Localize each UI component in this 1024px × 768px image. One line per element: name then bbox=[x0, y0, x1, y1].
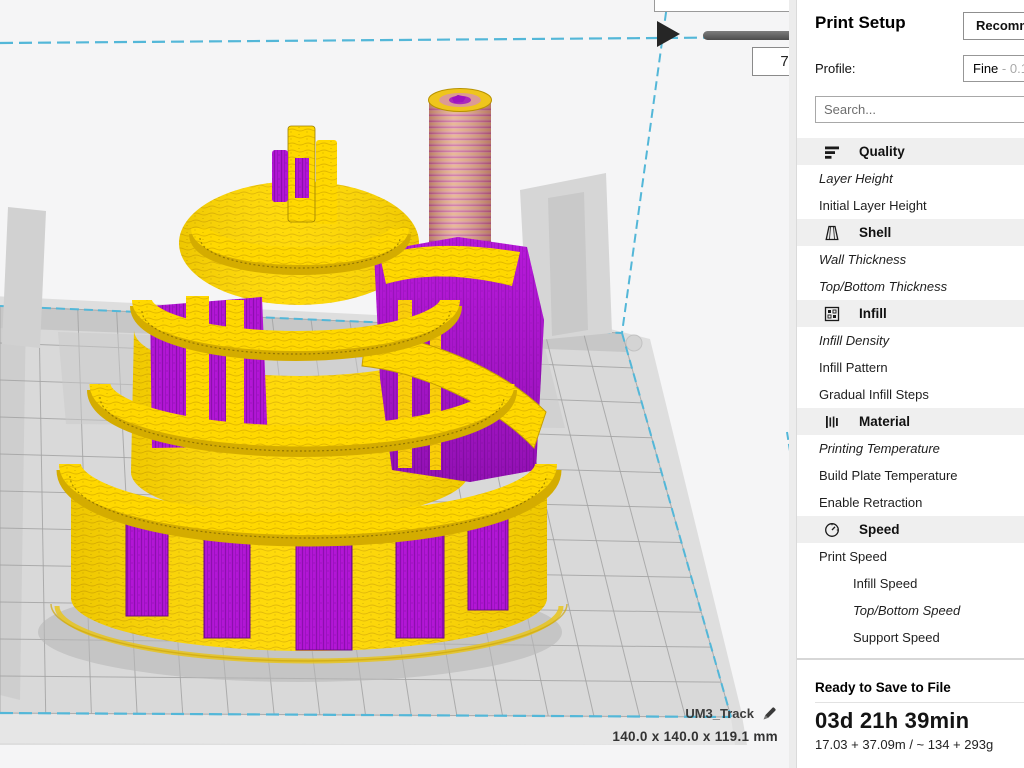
setting-print-speed[interactable]: Print Speed bbox=[797, 543, 1024, 570]
setting-top-bottom-speed[interactable]: Top/Bottom Speed bbox=[797, 597, 1024, 624]
layer-slider[interactable] bbox=[703, 31, 789, 40]
category-label: Quality bbox=[859, 144, 905, 159]
job-info: UM3_Track 140.0 x 140.0 x 119.1 mm bbox=[612, 705, 778, 744]
setting-label: Print Speed bbox=[819, 549, 887, 564]
settings-category-quality[interactable]: Quality bbox=[797, 138, 1024, 165]
category-label: Infill bbox=[859, 306, 887, 321]
print-setup-panel: Print Setup Recomm Profile: Fine - 0.1 Q… bbox=[797, 0, 1024, 768]
footer-separator bbox=[797, 658, 1024, 660]
setting-infill-pattern[interactable]: Infill Pattern bbox=[797, 354, 1024, 381]
category-label: Speed bbox=[859, 522, 900, 537]
play-icon[interactable] bbox=[657, 21, 680, 47]
setting-initial-layer-height[interactable]: Initial Layer Height bbox=[797, 192, 1024, 219]
shell-icon bbox=[824, 225, 840, 241]
setting-label: Infill Speed bbox=[853, 576, 917, 591]
settings-list: Quality Layer Height Initial Layer Height S… bbox=[797, 138, 1024, 651]
setting-printing-temperature[interactable]: Printing Temperature bbox=[797, 435, 1024, 462]
setting-label: Gradual Infill Steps bbox=[819, 387, 929, 402]
setting-enable-retraction[interactable]: Enable Retraction bbox=[797, 489, 1024, 516]
setting-support-speed[interactable]: Support Speed bbox=[797, 624, 1024, 651]
setting-gradual-infill-steps[interactable]: Gradual Infill Steps bbox=[797, 381, 1024, 408]
profile-value: Fine bbox=[973, 61, 998, 76]
setting-label: Wall Thickness bbox=[819, 252, 906, 267]
setting-label: Enable Retraction bbox=[819, 495, 922, 510]
plate-clip bbox=[626, 335, 642, 351]
setting-label: Top/Bottom Speed bbox=[853, 603, 960, 618]
pencil-icon[interactable] bbox=[761, 705, 778, 722]
footer-divider bbox=[815, 702, 1024, 703]
setting-label: Support Speed bbox=[853, 630, 940, 645]
category-label: Material bbox=[859, 414, 910, 429]
setting-label: Infill Density bbox=[819, 333, 889, 348]
setting-label: Layer Height bbox=[819, 171, 893, 186]
scene bbox=[0, 0, 789, 768]
search-input[interactable] bbox=[815, 96, 1024, 123]
profile-value-suffix: - 0.1 bbox=[998, 61, 1024, 76]
category-label: Shell bbox=[859, 225, 891, 240]
speed-icon bbox=[824, 522, 840, 538]
material-icon bbox=[824, 414, 840, 430]
setting-label: Build Plate Temperature bbox=[819, 468, 958, 483]
setting-infill-density[interactable]: Infill Density bbox=[797, 327, 1024, 354]
profile-label: Profile: bbox=[815, 61, 855, 76]
panel-title: Print Setup bbox=[815, 13, 906, 33]
settings-category-material[interactable]: Material bbox=[797, 408, 1024, 435]
setting-label: Top/Bottom Thickness bbox=[819, 279, 947, 294]
panel-divider bbox=[789, 0, 797, 768]
setting-label: Printing Temperature bbox=[819, 441, 940, 456]
setting-label: Initial Layer Height bbox=[819, 198, 927, 213]
setting-label: Infill Pattern bbox=[819, 360, 888, 375]
cura-app: 79 UM3_Track 140.0 x 140.0 x 119.1 mm Pr… bbox=[0, 0, 1024, 768]
quality-icon bbox=[824, 144, 840, 160]
material-usage: 17.03 + 37.09m / ~ 134 + 293g bbox=[815, 737, 993, 752]
print-time: 03d 21h 39min bbox=[815, 708, 969, 734]
model-dimensions: 140.0 x 140.0 x 119.1 mm bbox=[612, 729, 778, 744]
support-top bbox=[295, 158, 309, 198]
setting-wall-thickness[interactable]: Wall Thickness bbox=[797, 246, 1024, 273]
layer-number-field[interactable]: 79 bbox=[752, 47, 789, 76]
setting-infill-speed[interactable]: Infill Speed bbox=[797, 570, 1024, 597]
settings-category-speed[interactable]: Speed bbox=[797, 516, 1024, 543]
recommended-mode-button[interactable]: Recomm bbox=[963, 12, 1024, 40]
setting-build-plate-temperature[interactable]: Build Plate Temperature bbox=[797, 462, 1024, 489]
job-name[interactable]: UM3_Track bbox=[685, 706, 754, 721]
profile-dropdown[interactable]: Fine - 0.1 bbox=[963, 55, 1024, 82]
3d-viewport[interactable]: 79 UM3_Track 140.0 x 140.0 x 119.1 mm bbox=[0, 0, 789, 768]
settings-category-shell[interactable]: Shell bbox=[797, 219, 1024, 246]
setting-layer-height[interactable]: Layer Height bbox=[797, 165, 1024, 192]
infill-icon bbox=[824, 306, 840, 322]
settings-category-infill[interactable]: Infill bbox=[797, 300, 1024, 327]
layer-view-panel-edge bbox=[654, 0, 789, 12]
setting-top-bottom-thickness[interactable]: Top/Bottom Thickness bbox=[797, 273, 1024, 300]
status-text: Ready to Save to File bbox=[815, 680, 951, 695]
